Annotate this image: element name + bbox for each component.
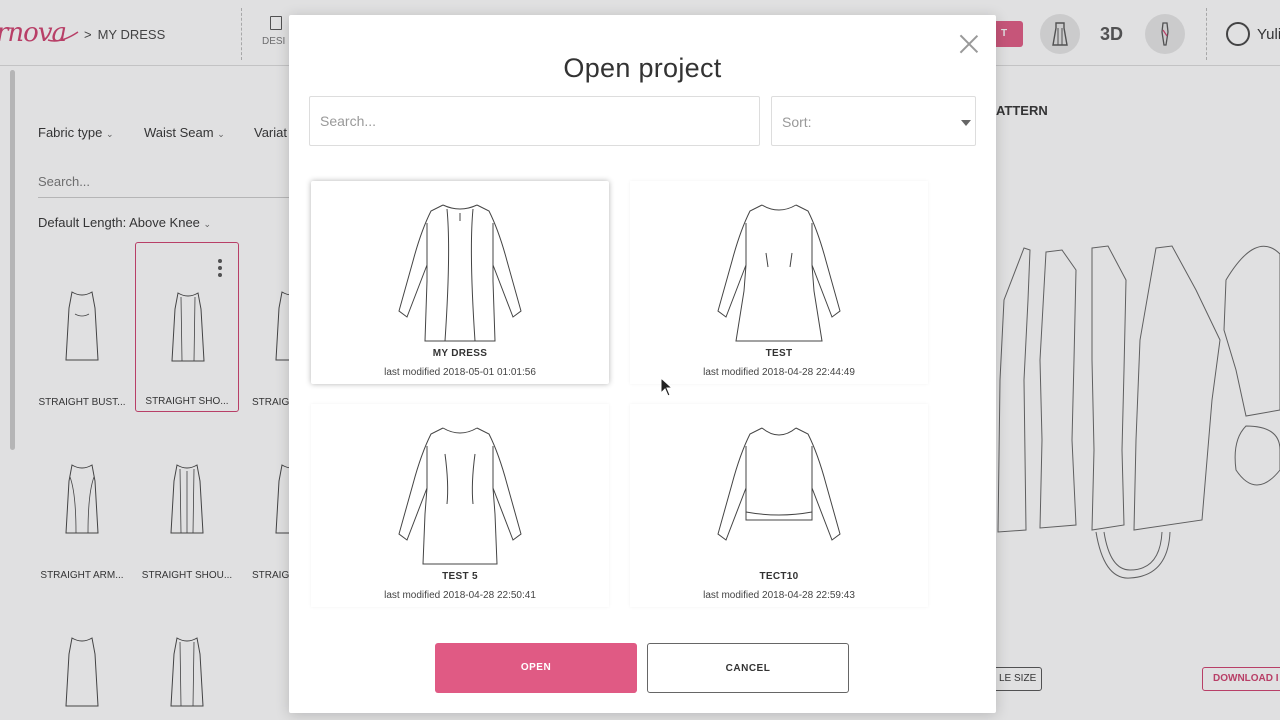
dress-sketch-icon bbox=[717, 204, 841, 342]
project-card-tect10[interactable]: TECT10 last modified 2018-04-28 22:59:43 bbox=[630, 404, 928, 607]
project-search-input[interactable] bbox=[309, 96, 760, 146]
project-name: TEST 5 bbox=[442, 571, 478, 582]
project-card-test[interactable]: TEST last modified 2018-04-28 22:44:49 bbox=[630, 181, 928, 384]
sort-label: Sort: bbox=[782, 114, 812, 130]
project-modified: last modified 2018-04-28 22:44:49 bbox=[703, 367, 855, 378]
dialog-title: Open project bbox=[563, 53, 722, 83]
close-icon[interactable] bbox=[960, 35, 978, 53]
project-card-my-dress[interactable]: MY DRESS last modified 2018-05-01 01:01:… bbox=[311, 181, 609, 384]
open-project-dialog: Open project Sort: MY DRESS last modifie… bbox=[289, 15, 996, 713]
project-name: MY DRESS bbox=[432, 348, 488, 359]
top-sketch-icon bbox=[717, 427, 841, 541]
project-name: TECT10 bbox=[759, 571, 799, 582]
dress-sketch-icon bbox=[398, 204, 522, 342]
open-button[interactable]: OPEN bbox=[435, 643, 637, 693]
project-modified: last modified 2018-04-28 22:59:43 bbox=[703, 590, 855, 601]
dress-sketch-icon bbox=[398, 427, 522, 565]
caret-down-icon bbox=[961, 120, 971, 126]
mouse-cursor-icon bbox=[660, 377, 674, 397]
project-modified: last modified 2018-05-01 01:01:56 bbox=[384, 367, 536, 378]
sort-select[interactable]: Sort: bbox=[771, 96, 976, 146]
project-modified: last modified 2018-04-28 22:50:41 bbox=[384, 590, 536, 601]
project-card-test-5[interactable]: TEST 5 last modified 2018-04-28 22:50:41 bbox=[311, 404, 609, 607]
cancel-button[interactable]: CANCEL bbox=[647, 643, 849, 693]
project-name: TEST bbox=[765, 348, 793, 359]
